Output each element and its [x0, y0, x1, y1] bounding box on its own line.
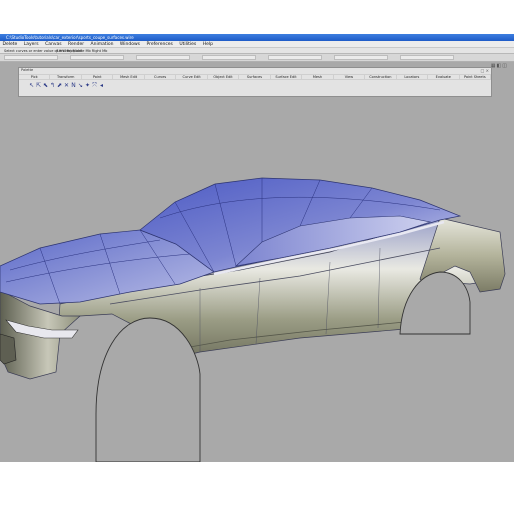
front-wheel-arch[interactable]	[95, 317, 201, 462]
car-body-surface-model[interactable]	[0, 34, 514, 462]
kidney-grille	[0, 333, 17, 365]
studio-application: C:\StudioTools\tutorials\car_exterior\sp…	[0, 34, 514, 462]
